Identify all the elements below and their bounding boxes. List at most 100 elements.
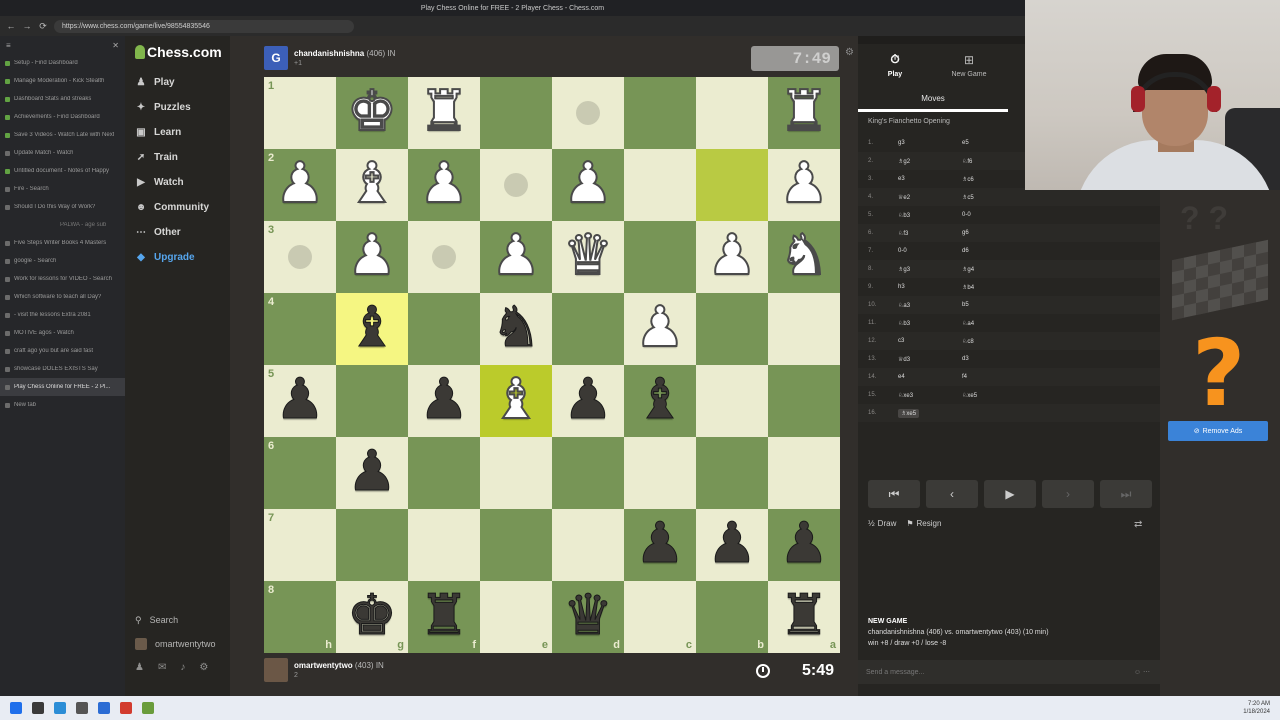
black-bishop-icon[interactable]: ♝ xyxy=(346,298,397,355)
board-square[interactable]: ♛ xyxy=(552,221,624,293)
black-knight-icon[interactable]: ♞ xyxy=(490,298,541,355)
white-king-icon[interactable]: ♚ xyxy=(346,82,398,140)
settings-icon[interactable]: ⚙ xyxy=(199,662,208,673)
white-move[interactable]: e4 xyxy=(898,374,962,380)
board-square[interactable] xyxy=(480,509,552,581)
play-button[interactable]: ▶ xyxy=(984,480,1036,508)
browser-tab[interactable]: Update Match - Watch xyxy=(0,144,125,162)
tab-moves[interactable]: Moves xyxy=(858,88,1008,112)
browser-tab[interactable]: Play Chess Online for FREE - 2 Pl... xyxy=(0,378,125,396)
board-square[interactable]: ♟ xyxy=(480,221,552,293)
board-square[interactable] xyxy=(480,77,552,149)
black-move[interactable]: e5 xyxy=(962,140,1026,146)
move-hint-dot[interactable] xyxy=(576,101,600,125)
white-rook-icon[interactable]: ♜ xyxy=(418,82,470,140)
chess-board[interactable]: 1 ♚ ♜ ♜ 2 ♟ ♝ ♟ ♟ ♟ 3 ♟ ♟ ♛ ♟ ♞ 4 ♝ ♞ ♟ 5 ♟ ♟ ♝ ♟ ♝ 6 ♟ 7 ♟ ♟ ♟ 8 h g ♚ f ♜ e d… xyxy=(264,77,840,653)
notifications-icon[interactable]: ♪ xyxy=(180,662,185,673)
black-rook-icon[interactable]: ♜ xyxy=(778,586,829,643)
board-square[interactable]: f ♜ xyxy=(408,581,480,653)
browser-tab[interactable]: MOTIVE agos - Watch xyxy=(0,324,125,342)
board-square[interactable] xyxy=(408,437,480,509)
sidebar-item-play[interactable]: ♟ Play xyxy=(125,70,230,95)
tabs-menu-icon[interactable]: ≡ xyxy=(6,41,11,50)
move-hint-dot[interactable] xyxy=(432,245,456,269)
white-bishop-icon[interactable]: ♝ xyxy=(346,154,398,212)
white-move[interactable]: ♕e2 xyxy=(898,194,962,201)
board-square[interactable] xyxy=(480,437,552,509)
board-square[interactable] xyxy=(624,437,696,509)
board-square[interactable] xyxy=(768,365,840,437)
browser-tab[interactable]: Dashboard Stats and streaks xyxy=(0,90,125,108)
board-square[interactable] xyxy=(624,77,696,149)
browser-tab[interactable]: PALWA - age sub xyxy=(0,216,125,234)
white-move[interactable]: ♘b3 xyxy=(898,212,962,219)
board-square[interactable]: g ♚ xyxy=(336,581,408,653)
move-hint-dot[interactable] xyxy=(504,173,528,197)
board-square[interactable]: 8h xyxy=(264,581,336,653)
board-square[interactable] xyxy=(624,149,696,221)
sidebar-item-other[interactable]: ⋯ Other xyxy=(125,220,230,245)
back-icon[interactable]: ← xyxy=(6,21,16,31)
white-move[interactable]: ♗xe5 xyxy=(898,408,920,418)
taskbar-app-icon[interactable] xyxy=(120,702,132,714)
black-move[interactable]: d3 xyxy=(962,356,1026,362)
board-square[interactable]: 7 xyxy=(264,509,336,581)
browser-tab[interactable]: google - Search xyxy=(0,252,125,270)
white-move[interactable]: ♗g3 xyxy=(898,266,962,273)
board-square[interactable] xyxy=(408,221,480,293)
search-link[interactable]: ⚲ Search xyxy=(125,608,230,632)
browser-tab[interactable]: Setup - Find Dashboard xyxy=(0,54,125,72)
board-square[interactable] xyxy=(696,77,768,149)
board-square[interactable]: e xyxy=(480,581,552,653)
board-square[interactable]: ♟ xyxy=(336,437,408,509)
sidebar-item-watch[interactable]: ▶ Watch xyxy=(125,170,230,195)
board-square[interactable]: ♝ xyxy=(336,149,408,221)
black-move[interactable]: f4 xyxy=(962,374,1026,380)
white-move[interactable]: 0-0 xyxy=(898,248,962,254)
board-square[interactable] xyxy=(768,293,840,365)
white-rook-icon[interactable]: ♜ xyxy=(778,82,830,140)
profile-link[interactable]: omartwentytwo xyxy=(125,632,230,656)
forward-icon[interactable]: → xyxy=(22,21,32,31)
black-move[interactable]: g6 xyxy=(962,230,1026,236)
board-square[interactable] xyxy=(768,437,840,509)
remove-ads-button[interactable]: ⊘ Remove Ads xyxy=(1168,421,1268,441)
board-square[interactable]: ♟ xyxy=(336,221,408,293)
board-square[interactable]: ♟ xyxy=(552,149,624,221)
bottom-player-name[interactable]: omartwentytwo (403) IN xyxy=(294,661,384,670)
sidebar-item-upgrade[interactable]: ◆ Upgrade xyxy=(125,245,230,270)
chat-input[interactable]: Send a message... ☺ ⋯ xyxy=(858,660,1160,684)
tab-new-game[interactable]: ⊞ New Game xyxy=(932,44,1006,86)
browser-tab[interactable]: Save 3 Videos - Watch Late with Next xyxy=(0,126,125,144)
black-pawn-icon[interactable]: ♟ xyxy=(634,514,685,571)
top-player-avatar[interactable]: G xyxy=(264,46,288,70)
taskbar-app-icon[interactable] xyxy=(54,702,66,714)
board-square[interactable]: ♜ xyxy=(408,77,480,149)
board-square[interactable] xyxy=(552,437,624,509)
previous-move-button[interactable]: ‹ xyxy=(926,480,978,508)
black-move[interactable]: d6 xyxy=(962,248,1026,254)
black-move[interactable]: ♘f6 xyxy=(962,158,1026,165)
bottom-player-avatar[interactable] xyxy=(264,658,288,682)
tabs-close-icon[interactable]: ✕ xyxy=(112,41,119,50)
board-square[interactable]: ♝ xyxy=(624,365,696,437)
white-move[interactable]: ♘xe3 xyxy=(898,392,962,399)
white-pawn-icon[interactable]: ♟ xyxy=(490,226,542,284)
board-square[interactable]: ♟ xyxy=(552,365,624,437)
board-square[interactable]: c xyxy=(624,581,696,653)
board-square[interactable] xyxy=(624,221,696,293)
board-square[interactable]: a ♜ xyxy=(768,581,840,653)
white-move[interactable]: h3 xyxy=(898,284,962,290)
windows-start-icon[interactable] xyxy=(10,702,22,714)
black-pawn-icon[interactable]: ♟ xyxy=(778,514,829,571)
board-square[interactable] xyxy=(696,149,768,221)
taskbar-app-icon[interactable] xyxy=(32,702,44,714)
board-square[interactable]: ♝ xyxy=(336,293,408,365)
board-square[interactable]: ♚ xyxy=(336,77,408,149)
board-square[interactable]: 5 ♟ xyxy=(264,365,336,437)
sidebar-item-community[interactable]: ☻ Community xyxy=(125,195,230,220)
next-move-button[interactable]: › xyxy=(1042,480,1094,508)
white-move[interactable]: ♘a3 xyxy=(898,302,962,309)
url-field[interactable]: https://www.chess.com/game/live/98554835… xyxy=(54,19,354,33)
black-move[interactable]: 0-0 xyxy=(962,212,1026,218)
